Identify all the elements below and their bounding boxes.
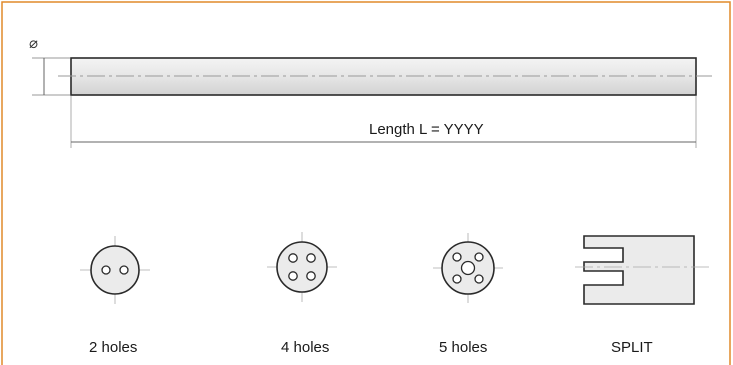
two-hole-cross-section-icon: [80, 236, 150, 304]
rod-side-view: [58, 57, 712, 96]
drawing-frame: [1, 1, 731, 365]
caption-4-holes: 4 holes: [281, 339, 330, 356]
four-hole-cross-section-icon: [267, 232, 337, 302]
split-end-icon: [575, 235, 712, 305]
diameter-symbol: ⌀: [29, 34, 39, 52]
caption-split: SPLIT: [611, 339, 653, 356]
length-label: Length L = YYYY: [369, 121, 484, 138]
five-hole-cross-section-icon: [433, 233, 503, 303]
caption-2-holes: 2 holes: [89, 339, 138, 356]
technical-drawing: ⌀ Length L = YYYY 2 holes 4 holes 5 hole…: [0, 0, 733, 365]
caption-5-holes: 5 holes: [439, 339, 488, 356]
drawing-canvas: [1, 1, 731, 365]
